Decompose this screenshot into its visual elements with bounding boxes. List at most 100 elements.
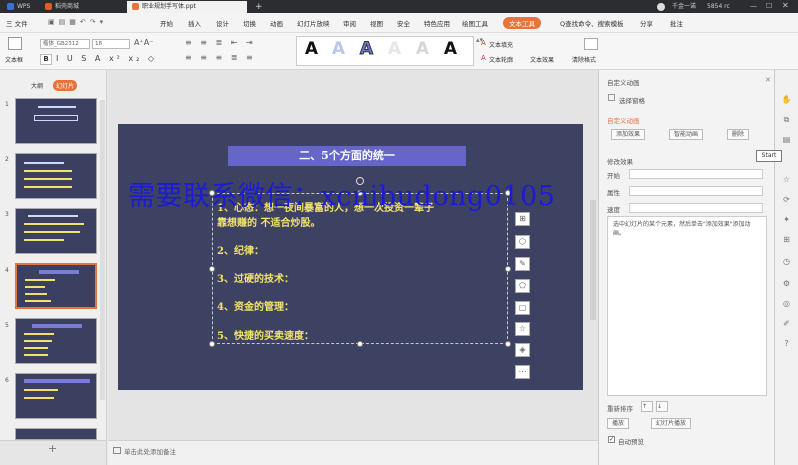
style-a-black[interactable]: A bbox=[301, 39, 322, 60]
tab-slides[interactable]: 幻灯片 bbox=[53, 80, 78, 91]
search-commands[interactable]: Q查找命令、搜索模板 bbox=[560, 18, 624, 28]
grid-icon[interactable]: ⊞ bbox=[780, 234, 793, 245]
align-buttons[interactable]: ≡ ≡ ≡ ≣ ≡ bbox=[185, 53, 256, 62]
resize-handle[interactable] bbox=[357, 341, 363, 347]
slide-title[interactable]: 二、5个方面的统一 bbox=[228, 146, 466, 166]
slide-thumbnail[interactable] bbox=[15, 318, 97, 364]
font-size-select[interactable]: 18 bbox=[92, 39, 130, 49]
avatar[interactable] bbox=[657, 3, 665, 11]
menu-insert[interactable]: 插入 bbox=[188, 18, 201, 28]
notes-placeholder[interactable]: 单击此处添加备注 bbox=[124, 446, 176, 456]
pen-tool-icon[interactable]: ✐ bbox=[780, 318, 793, 329]
settings-icon[interactable]: ⚙ bbox=[780, 278, 793, 289]
slide-thumbnail[interactable] bbox=[15, 373, 97, 419]
speed-select[interactable] bbox=[629, 203, 763, 213]
add-effect-button[interactable]: 添加效果 bbox=[611, 129, 646, 140]
fill-icon[interactable]: ⬠ bbox=[515, 279, 530, 293]
menu-view[interactable]: 视图 bbox=[370, 18, 383, 28]
pointer-icon[interactable]: ✋ bbox=[780, 94, 793, 105]
thumbnail-scrollbar[interactable] bbox=[100, 100, 105, 400]
delete-button[interactable]: 删除 bbox=[727, 129, 750, 140]
effect-icon[interactable]: ✦ bbox=[780, 214, 793, 225]
slideshow-button[interactable]: 幻灯片播放 bbox=[651, 418, 692, 429]
format-buttons[interactable]: I U S A x² x₂ ◇ bbox=[56, 54, 157, 63]
tab-wps[interactable]: WPS bbox=[2, 1, 35, 13]
autopreview-checkbox[interactable]: ✓ bbox=[608, 436, 615, 443]
resize-handle[interactable] bbox=[505, 266, 511, 272]
layers-icon[interactable]: ▤ bbox=[780, 134, 793, 145]
style-a-light[interactable]: A bbox=[384, 39, 405, 60]
resize-handle[interactable] bbox=[209, 341, 215, 347]
move-up-icon[interactable]: ↑ bbox=[641, 401, 653, 412]
pane-close-icon[interactable]: ✕ bbox=[765, 76, 771, 84]
style-a-dark[interactable]: A bbox=[440, 39, 461, 60]
frame-icon[interactable]: ▢ bbox=[515, 301, 530, 315]
menu-review[interactable]: 审阅 bbox=[343, 18, 356, 28]
transition-icon[interactable]: ⟳ bbox=[780, 194, 793, 205]
quick-access-toolbar[interactable]: ▣▤▦↶↷▾ bbox=[48, 18, 128, 27]
menu-security[interactable]: 安全 bbox=[397, 18, 410, 28]
style-a-blue[interactable]: A bbox=[328, 39, 349, 60]
minimize-icon[interactable]: — bbox=[750, 2, 757, 10]
add-slide-button[interactable]: + bbox=[48, 442, 57, 455]
animation-star-icon[interactable]: ☆ bbox=[780, 174, 793, 185]
menu-special[interactable]: 特色应用 bbox=[424, 18, 450, 28]
close-icon[interactable]: ✕ bbox=[782, 1, 789, 10]
resize-handle[interactable] bbox=[209, 266, 215, 272]
slide-thumbnail[interactable] bbox=[15, 98, 97, 144]
menu-home[interactable]: 开始 bbox=[160, 18, 173, 28]
text-effect-button[interactable]: 文本效果 bbox=[530, 55, 554, 64]
textbox-label[interactable]: 文本框 bbox=[5, 55, 23, 64]
slide-thumbnail[interactable] bbox=[15, 428, 97, 440]
maximize-icon[interactable]: ☐ bbox=[766, 2, 772, 10]
menu-drawing-tools[interactable]: 绘图工具 bbox=[462, 18, 488, 28]
share-button[interactable]: 分享 bbox=[640, 18, 653, 28]
animation-list[interactable] bbox=[607, 216, 767, 396]
menu-design[interactable]: 设计 bbox=[216, 18, 229, 28]
tab-document[interactable]: 职业规划手写体.ppt bbox=[127, 1, 247, 13]
slide-point-5[interactable]: 5、快捷的买卖速度： bbox=[217, 327, 314, 342]
new-tab-button[interactable]: + bbox=[250, 1, 268, 13]
font-name-select[interactable]: 楷体_GB2312 bbox=[40, 39, 90, 49]
style-a-gray[interactable]: A bbox=[412, 39, 433, 60]
slide-point-4[interactable]: 4、资金的管理： bbox=[217, 298, 294, 313]
help-icon[interactable]: ? bbox=[780, 338, 793, 349]
canvas-scrollbar[interactable] bbox=[590, 200, 596, 320]
textbox-icon[interactable] bbox=[8, 37, 22, 50]
slide-point-3[interactable]: 3、过硬的技术： bbox=[217, 270, 294, 285]
resize-handle[interactable] bbox=[505, 341, 511, 347]
slide-point-1-cont[interactable]: 靠想赚的 不适合炒股。 bbox=[217, 214, 320, 229]
menu-transition[interactable]: 切换 bbox=[243, 18, 256, 28]
tab-outline[interactable]: 大纲 bbox=[31, 81, 43, 90]
smart-animation-button[interactable]: 智能动画 bbox=[669, 129, 704, 140]
menu-text-tools[interactable]: 文本工具 bbox=[503, 17, 541, 29]
transform-icon[interactable]: ◈ bbox=[515, 343, 530, 357]
text-outline-button[interactable]: 文本轮廓 bbox=[489, 55, 513, 64]
start-select[interactable] bbox=[629, 169, 763, 179]
clear-format-button[interactable]: 清除格式 bbox=[572, 55, 596, 64]
clock-icon[interactable]: ◷ bbox=[780, 256, 793, 267]
font-grow-icon[interactable]: A⁺A⁻ bbox=[134, 38, 153, 47]
style-a-purple[interactable]: A bbox=[356, 39, 377, 60]
slide-thumbnail-selected[interactable] bbox=[15, 263, 97, 309]
bold-button[interactable]: B bbox=[40, 54, 52, 65]
comment-button[interactable]: 批注 bbox=[670, 18, 683, 28]
paragraph-buttons[interactable]: ≡ ≡ ≣ ⇤ ⇥ bbox=[185, 38, 256, 47]
menu-file[interactable]: 三 文件 bbox=[6, 18, 28, 28]
tab-store[interactable]: 稻壳商城 bbox=[40, 1, 84, 13]
property-select[interactable] bbox=[629, 186, 763, 196]
more-icon[interactable]: ⋯ bbox=[515, 365, 530, 379]
slide-point-2[interactable]: 2、纪律： bbox=[217, 242, 264, 257]
slide-thumbnail[interactable] bbox=[15, 153, 97, 199]
slide-thumbnail[interactable] bbox=[15, 208, 97, 254]
menu-animation[interactable]: 动画 bbox=[270, 18, 283, 28]
select-pane-button[interactable]: 选择窗格 bbox=[619, 95, 645, 105]
text-fill-button[interactable]: 文本填充 bbox=[489, 40, 513, 49]
shape-style-icon[interactable]: ⬡ bbox=[515, 235, 530, 249]
circle-icon[interactable]: ◎ bbox=[780, 298, 793, 309]
menu-slideshow[interactable]: 幻灯片放映 bbox=[297, 18, 330, 28]
copy-icon[interactable]: ⧉ bbox=[780, 114, 793, 125]
layout-icon[interactable]: ⊞ bbox=[515, 212, 530, 226]
animation-icon[interactable]: ☆ bbox=[515, 322, 530, 336]
move-down-icon[interactable]: ↓ bbox=[656, 401, 668, 412]
